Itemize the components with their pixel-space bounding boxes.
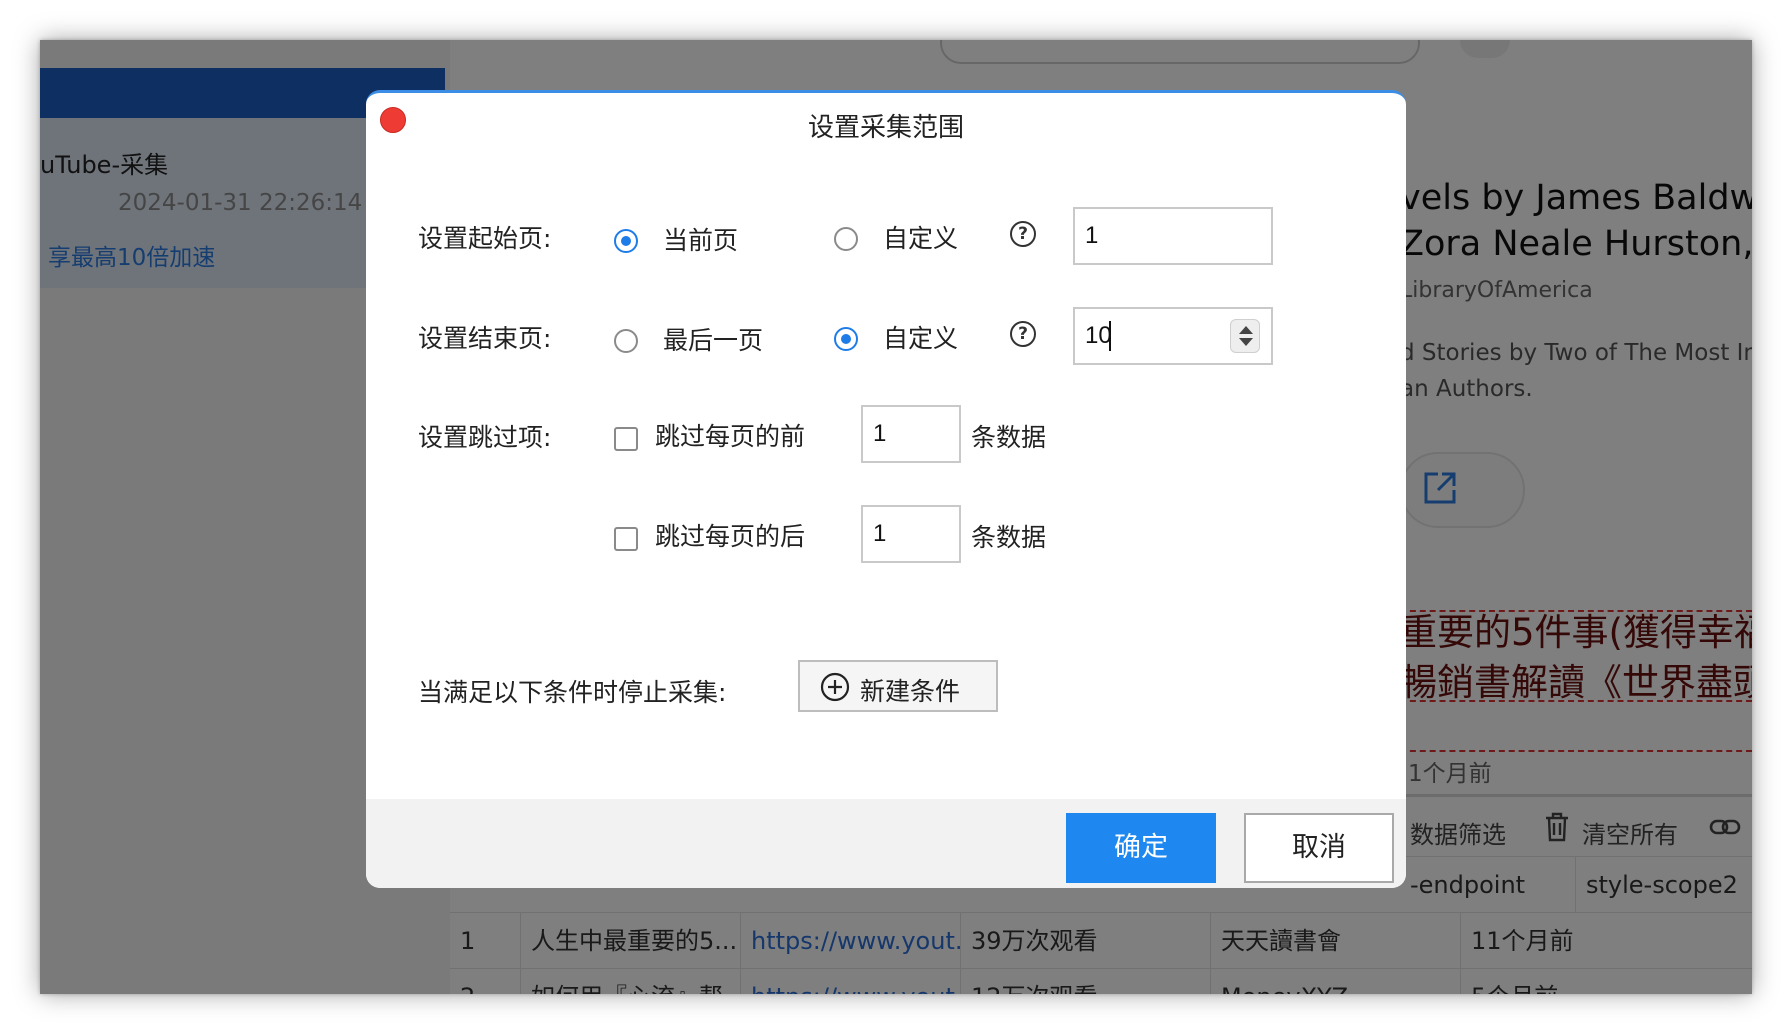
start-current-label[interactable]: 当前页	[663, 221, 738, 257]
text-caret	[1109, 321, 1111, 351]
skip-before-input[interactable]	[861, 405, 961, 463]
help-icon[interactable]: ?	[1010, 321, 1036, 347]
end-custom-label[interactable]: 自定义	[883, 319, 958, 355]
new-condition-button[interactable]: 新建条件	[798, 660, 998, 712]
plus-circle-icon	[820, 672, 850, 702]
confirm-button[interactable]: 确定	[1066, 813, 1216, 883]
end-last-label[interactable]: 最后一页	[663, 321, 763, 357]
dialog-footer: 确定 取消	[366, 799, 1406, 888]
skip-after-input[interactable]	[861, 505, 961, 563]
start-custom-label[interactable]: 自定义	[883, 219, 958, 255]
skip-after-label[interactable]: 跳过每页的后	[655, 517, 805, 553]
end-page-label: 设置结束页:	[418, 324, 552, 353]
end-custom-radio[interactable]	[834, 327, 858, 351]
help-icon[interactable]: ?	[1010, 221, 1036, 247]
start-current-radio[interactable]	[614, 229, 638, 253]
skip-before-checkbox[interactable]	[614, 427, 638, 451]
stop-condition-label: 当满足以下条件时停止采集:	[418, 678, 727, 707]
skip-before-label[interactable]: 跳过每页的前	[655, 417, 805, 453]
app-window: uTube-采集 2024-01-31 22:26:14 享最高10倍加速 ve…	[40, 40, 1752, 994]
end-last-radio[interactable]	[614, 329, 638, 353]
cancel-button[interactable]: 取消	[1244, 813, 1394, 883]
stepper-arrows[interactable]	[1230, 319, 1260, 353]
skip-label: 设置跳过项:	[418, 423, 552, 452]
start-page-label: 设置起始页:	[418, 224, 552, 253]
start-page-input[interactable]	[1073, 207, 1273, 265]
start-custom-radio[interactable]	[834, 227, 858, 251]
skip-before-unit: 条数据	[971, 423, 1047, 452]
collection-range-dialog: 设置采集范围 设置起始页: 当前页 自定义 ? 设置结束页: 最后一页 自定义 …	[366, 90, 1406, 888]
skip-after-unit: 条数据	[971, 523, 1047, 552]
new-condition-label: 新建条件	[860, 677, 961, 706]
dialog-title: 设置采集范围	[807, 113, 964, 143]
skip-after-checkbox[interactable]	[614, 527, 638, 551]
